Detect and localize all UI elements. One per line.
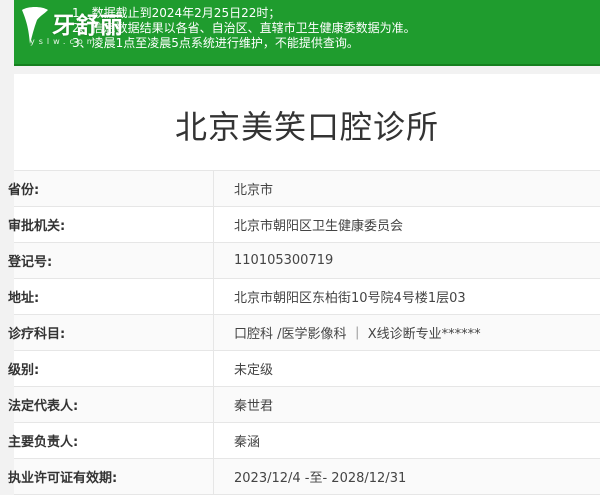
notice-line: 2、信息数据结果以各省、自治区、直辖市卫生健康委数据为准。 xyxy=(72,21,416,35)
field-label-text: 审批机关: xyxy=(8,219,66,234)
table-row: 审批机关: 北京市朝阳区卫生健康委员会 xyxy=(8,207,600,243)
field-value: 秦世君 xyxy=(234,399,274,414)
notice-line: 1、数据截止到2024年2月25日22时； xyxy=(72,6,281,20)
brand-name: 牙舒丽 xyxy=(52,12,124,39)
field-value: 秦涵 xyxy=(234,435,261,450)
site-logo[interactable]: 牙舒丽 yslw.com xyxy=(18,4,138,52)
field-label: 地址: xyxy=(8,279,214,314)
info-table: 省份: 北京市 审批机关: 北京市朝阳区卫生健康委员会 登记号: 1101053… xyxy=(8,170,600,495)
field-value: 北京市朝阳区东柏街10号院4号楼1层03 xyxy=(234,291,466,306)
table-row: 法定代表人: 秦世君 xyxy=(8,387,600,423)
field-value: 口腔科 /医学影像科 ｜ X线诊断专业****** xyxy=(234,327,481,342)
table-row: 地址: 北京市朝阳区东柏街10号院4号楼1层03 xyxy=(8,279,600,315)
field-value: 未定级 xyxy=(234,363,274,378)
brand-domain: yslw.com xyxy=(30,37,99,46)
field-label-text: 法定代表人: xyxy=(8,399,79,414)
table-row: 诊疗科目: 口腔科 /医学影像科 ｜ X线诊断专业****** xyxy=(8,315,600,351)
field-label-text: 执业许可证有效期: xyxy=(8,471,118,486)
field-label: 主要负责人: xyxy=(8,423,214,458)
field-label: 省份: xyxy=(8,171,214,206)
field-label: 法定代表人: xyxy=(8,387,214,422)
table-row: 省份: 北京市 xyxy=(8,171,600,207)
field-value: 110105300719 xyxy=(234,253,334,268)
field-label: 审批机关: xyxy=(8,207,214,242)
field-label-text: 主要负责人: xyxy=(8,435,79,450)
field-label-text: 省份: xyxy=(8,183,40,198)
table-row: 级别: 未定级 xyxy=(8,351,600,387)
field-label-text: 诊疗科目: xyxy=(8,327,66,342)
table-row: 主要负责人: 秦涵 xyxy=(8,423,600,459)
field-label: 级别: xyxy=(8,351,214,386)
field-value: 北京市 xyxy=(234,183,274,198)
field-label-text: 登记号: xyxy=(8,255,53,270)
clinic-info-card: 北京美笑口腔诊所 省份: 北京市 审批机关: 北京市朝阳区卫生健康委员会 登记号… xyxy=(8,74,600,495)
table-row: 执业许可证有效期: 2023/12/4 -至- 2028/12/31 xyxy=(8,459,600,495)
field-label-text: 地址: xyxy=(8,291,40,306)
field-value: 北京市朝阳区卫生健康委员会 xyxy=(234,219,404,234)
clinic-name: 北京美笑口腔诊所 xyxy=(174,108,439,146)
notice-line: 3、凌晨1点至凌晨5点系统进行维护，不能提供查询。 xyxy=(72,36,359,50)
field-label: 登记号: xyxy=(8,243,214,278)
field-label: 诊疗科目: xyxy=(8,315,214,350)
field-label-text: 级别: xyxy=(8,363,40,378)
table-row: 登记号: 110105300719 xyxy=(8,243,600,279)
